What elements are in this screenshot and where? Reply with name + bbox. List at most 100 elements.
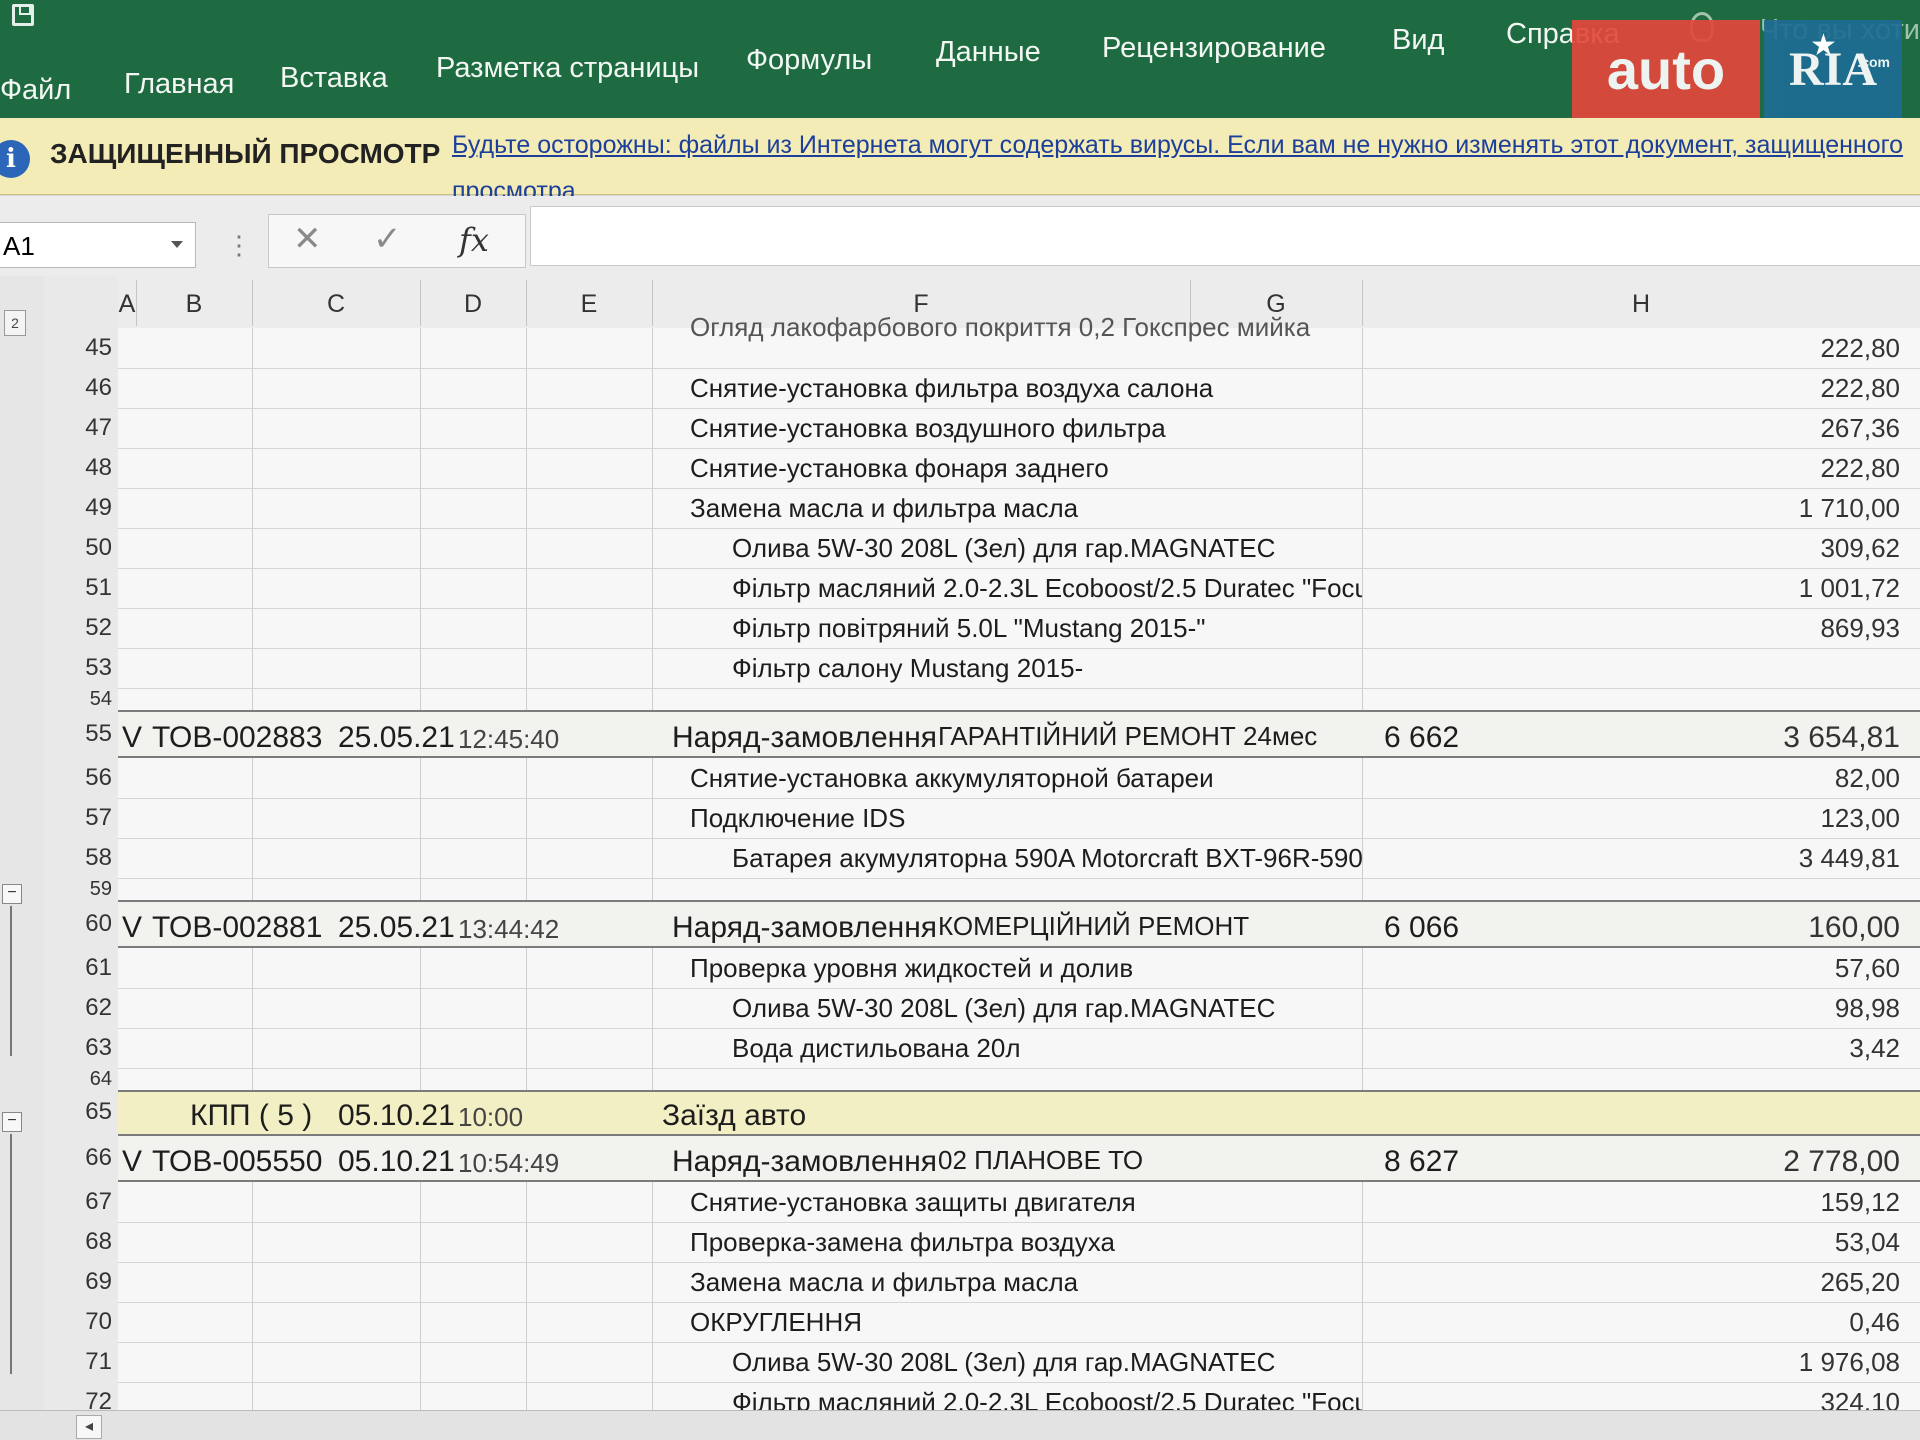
tab-formulas[interactable]: Формулы [746, 44, 872, 77]
collapse-group-icon[interactable]: − [2, 1112, 22, 1132]
table-row[interactable]: Вода дистильована 20л 3,42 [118, 1028, 1920, 1068]
row-number[interactable]: 70 [44, 1308, 112, 1336]
table-row[interactable]: Фільтр повітряний 5.0L "Mustang 2015-" 86… [118, 608, 1920, 648]
row-number[interactable]: 48 [44, 454, 112, 482]
table-row[interactable] [118, 1068, 1920, 1090]
table-row[interactable]: Проверка уровня жидкостей и долив 57,60 [118, 948, 1920, 988]
row-number[interactable]: 51 [44, 574, 112, 602]
row-number[interactable]: 49 [44, 494, 112, 522]
collapse-group-icon[interactable]: − [2, 884, 22, 904]
row-number[interactable]: 69 [44, 1268, 112, 1296]
order-row[interactable]: V ТОВ-005550 05.10.21 10:54:49 Наряд-замовле… [118, 1134, 1920, 1182]
row-number[interactable]: 67 [44, 1188, 112, 1216]
table-row[interactable]: Снятие-установка фильтра воздуха салона 2… [118, 368, 1920, 408]
work-description: Снятие-установка воздушного фильтра [690, 413, 1166, 443]
amount-cell: 222,80 [1820, 373, 1900, 403]
table-row[interactable] [118, 688, 1920, 710]
row-number[interactable]: 56 [44, 764, 112, 792]
column-header-a[interactable]: A [118, 290, 136, 319]
column-separator[interactable] [136, 280, 137, 326]
table-row[interactable]: Снятие-установка защиты двигателя 159,12 [118, 1182, 1920, 1222]
row-number[interactable]: 50 [44, 534, 112, 562]
insert-function-icon[interactable]: fx [459, 221, 489, 259]
table-row[interactable]: Снятие-установка аккумуляторной батареи 8… [118, 758, 1920, 798]
tab-page-layout[interactable]: Разметка страницы [436, 52, 699, 85]
tab-insert[interactable]: Вставка [280, 62, 388, 95]
order-row[interactable]: V ТОВ-002881 25.05.21 13:44:42 Наряд-замовле… [118, 900, 1920, 948]
outline-bracket [10, 1134, 12, 1374]
worksheet: 2 − − 45 46 47 48 49 50 51 52 53 54 55 56 57 58 59 60 61… [0, 276, 1920, 1440]
row-number[interactable]: 61 [44, 954, 112, 982]
table-row[interactable]: Огляд лакофарбового покриття 0,2 Гокспре… [118, 312, 1920, 368]
row-number[interactable]: 45 [44, 334, 112, 362]
row-number[interactable]: 55 [44, 720, 112, 748]
row-number[interactable]: 62 [44, 994, 112, 1022]
row-number[interactable]: 53 [44, 654, 112, 682]
row-number[interactable]: 59 [44, 878, 112, 901]
name-box[interactable]: A1 [0, 222, 196, 268]
amount-cell: 1 001,72 [1798, 573, 1900, 603]
tab-review[interactable]: Рецензирование [1102, 32, 1326, 65]
save-icon[interactable] [12, 4, 34, 26]
table-row[interactable]: Замена масла и фильтра масла 265,20 [118, 1262, 1920, 1302]
column-header-e[interactable]: E [526, 290, 652, 319]
horizontal-scrollbar[interactable]: ◂ [0, 1410, 1920, 1440]
formula-input[interactable] [530, 206, 1920, 266]
row-number[interactable]: 46 [44, 374, 112, 402]
order-time: 13:44:42 [458, 914, 560, 944]
table-row[interactable]: Замена масла и фильтра масла 1 710,00 [118, 488, 1920, 528]
row-number[interactable]: 54 [44, 688, 112, 711]
table-row[interactable]: Проверка-замена фильтра воздуха 53,04 [118, 1222, 1920, 1262]
column-separator[interactable] [252, 280, 253, 326]
row-number[interactable]: 63 [44, 1034, 112, 1062]
outline-level-button[interactable]: 2 [4, 310, 26, 336]
row-number[interactable]: 68 [44, 1228, 112, 1256]
row-number[interactable]: 60 [44, 910, 112, 938]
document-type: Наряд-замовлення [672, 721, 938, 754]
order-total: 3 654,81 [1783, 721, 1900, 754]
enter-icon[interactable]: ✓ [373, 219, 402, 259]
column-header-c[interactable]: C [252, 290, 420, 319]
column-separator[interactable] [420, 280, 421, 326]
tab-data[interactable]: Данные [936, 36, 1041, 69]
column-header-h[interactable]: H [1362, 290, 1920, 319]
amount-cell: 869,93 [1820, 613, 1900, 643]
row-number[interactable]: 58 [44, 844, 112, 872]
column-separator[interactable] [1362, 280, 1363, 326]
column-separator[interactable] [526, 280, 527, 326]
tab-view[interactable]: Вид [1392, 24, 1444, 57]
table-row[interactable]: Снятие-установка фонаря заднего 222,80 [118, 448, 1920, 488]
chevron-down-icon[interactable] [171, 241, 183, 248]
more-options-icon[interactable]: ⋮ [226, 230, 252, 261]
column-separator[interactable] [652, 280, 653, 326]
work-description: Снятие-установка аккумуляторной батареи [690, 763, 1214, 793]
table-row[interactable]: Олива 5W-30 208L (Зел) для гар.MAGNATEC 9… [118, 988, 1920, 1028]
table-row[interactable] [118, 878, 1920, 900]
scroll-left-icon[interactable]: ◂ [76, 1415, 102, 1439]
tab-home[interactable]: Главная [124, 68, 234, 101]
row-number[interactable]: 66 [44, 1144, 112, 1172]
cell-grid[interactable]: Огляд лакофарбового покриття 0,2 Гокспре… [118, 312, 1920, 1426]
row-number[interactable]: 52 [44, 614, 112, 642]
arrival-row[interactable]: КПП ( 5 ) 05.10.21 10:00 Заїзд авто [118, 1090, 1920, 1134]
cancel-icon[interactable]: ✕ [293, 219, 322, 259]
table-row[interactable]: Фільтр салону Mustang 2015- [118, 648, 1920, 688]
row-number[interactable]: 47 [44, 414, 112, 442]
table-row[interactable]: Снятие-установка воздушного фильтра 267,3… [118, 408, 1920, 448]
row-number[interactable]: 57 [44, 804, 112, 832]
table-row[interactable]: Олива 5W-30 208L (Зел) для гар.MAGNATEC 1… [118, 1342, 1920, 1382]
table-row[interactable]: Батарея акумуляторна 590A Motorcraft BXT… [118, 838, 1920, 878]
table-row[interactable]: Фільтр масляний 2.0-2.3L Ecoboost/2.5 Du… [118, 568, 1920, 608]
column-header-d[interactable]: D [420, 290, 526, 319]
watermark-suffix: .com [1857, 54, 1890, 70]
row-number[interactable]: 71 [44, 1348, 112, 1376]
part-description: Фільтр салону Mustang 2015- [732, 653, 1084, 683]
order-row[interactable]: V ТОВ-002883 25.05.21 12:45:40 Наряд-замовле… [118, 710, 1920, 758]
tab-file[interactable]: Файл [0, 74, 71, 107]
table-row[interactable]: Олива 5W-30 208L (Зел) для гар.MAGNATEC 3… [118, 528, 1920, 568]
column-header-b[interactable]: B [136, 290, 252, 319]
row-number[interactable]: 64 [44, 1068, 112, 1091]
table-row[interactable]: ОКРУГЛЕННЯ 0,46 [118, 1302, 1920, 1342]
row-number[interactable]: 65 [44, 1098, 112, 1126]
table-row[interactable]: Подключение IDS 123,00 [118, 798, 1920, 838]
